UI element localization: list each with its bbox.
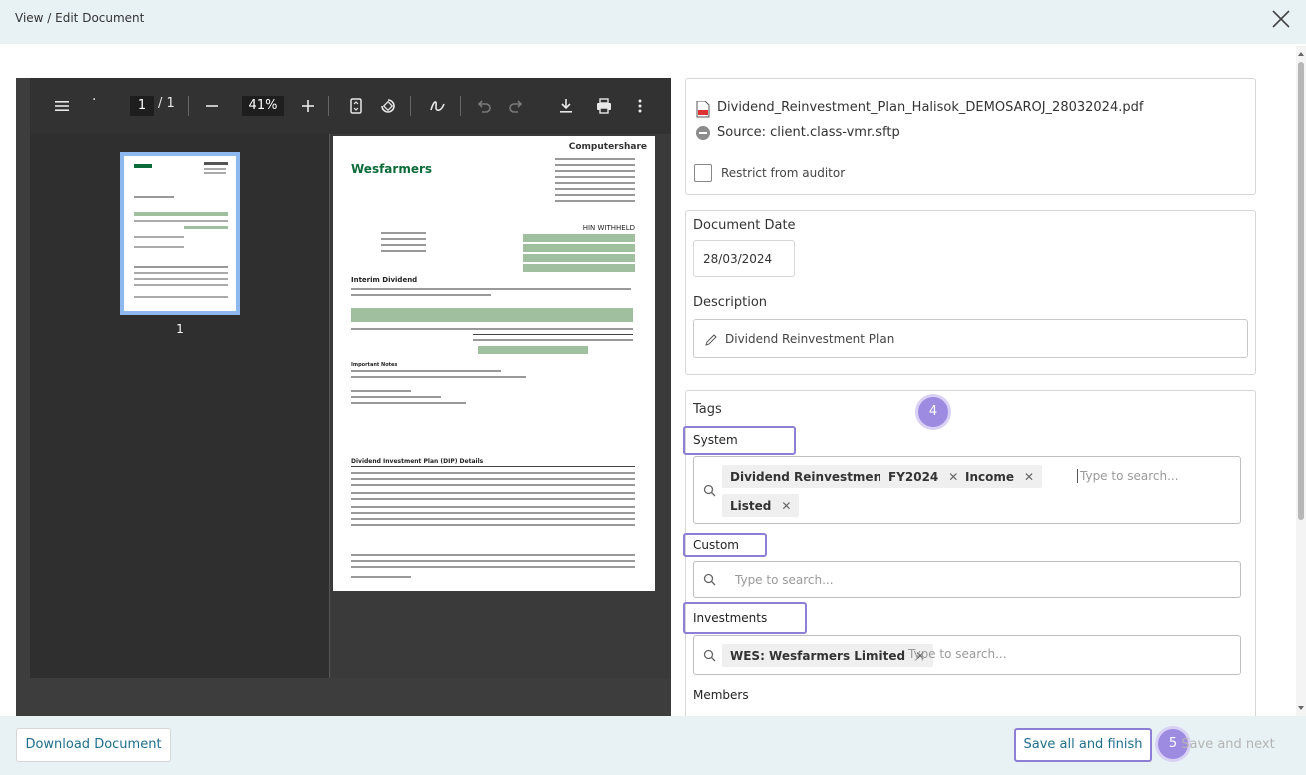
scroll-down-icon[interactable] <box>1297 704 1305 712</box>
description-label: Description <box>693 295 768 310</box>
pencil-icon <box>705 334 717 346</box>
document-hin: HIN WITHHELD <box>582 224 635 232</box>
remove-tag-icon[interactable]: ✕ <box>1024 470 1034 484</box>
system-tags-input[interactable]: Dividend Reinvestment✕ FY2024✕ Income✕ T… <box>693 456 1241 524</box>
thumbnail-pane: 1 <box>30 134 330 678</box>
document-provider: Computershare <box>568 142 647 152</box>
toolbar-divider <box>188 96 189 116</box>
pdf-file-icon <box>696 101 710 118</box>
redo-icon[interactable] <box>506 96 526 116</box>
investments-tags-input[interactable]: WES: Wesfarmers Limited ✕ Type to search.… <box>693 635 1241 675</box>
more-options-icon[interactable] <box>630 96 650 116</box>
page-total: / 1 <box>158 96 175 111</box>
custom-search-placeholder[interactable]: Type to search... <box>735 573 834 587</box>
tags-label: Tags <box>693 402 722 417</box>
thumbnail-page-number: 1 <box>176 322 184 336</box>
zoom-level-input[interactable]: 41% <box>242 96 284 116</box>
custom-tags-input[interactable]: Type to search... <box>693 561 1241 598</box>
system-label: System <box>693 433 738 447</box>
document-date-input[interactable]: 28/03/2024 <box>693 240 795 277</box>
restrict-auditor-checkbox[interactable] <box>694 164 712 182</box>
step-badge-4: 4 <box>918 397 948 427</box>
document-brand: Wesfarmers <box>351 162 433 176</box>
scrollbar-thumb[interactable] <box>1298 62 1304 520</box>
modal-footer: Download Document Save all and finish 5 … <box>0 716 1306 775</box>
pdf-page-area: Wesfarmers Computershare HIN WITHHELD In… <box>331 134 671 678</box>
annotate-icon[interactable] <box>428 96 448 116</box>
system-search-placeholder[interactable]: Type to search... <box>1077 469 1179 483</box>
search-icon <box>703 573 716 586</box>
modal-title: View / Edit Document <box>15 11 145 25</box>
fit-page-icon[interactable] <box>346 96 366 116</box>
pdf-toolbar: · 1 / 1 41% <box>30 78 671 134</box>
remove-tag-icon[interactable]: ✕ <box>781 499 791 513</box>
dot-separator: · <box>92 92 97 108</box>
save-all-and-finish-button[interactable]: Save all and finish <box>1014 728 1152 762</box>
modal-header: View / Edit Document <box>0 0 1306 44</box>
download-icon[interactable] <box>556 96 576 116</box>
zoom-in-icon[interactable] <box>298 96 318 116</box>
document-heading: Interim Dividend <box>351 276 418 284</box>
toolbar-divider <box>328 96 329 116</box>
pdf-viewer: · 1 / 1 41% 1 Wesfarmers Computershare H… <box>16 78 671 718</box>
save-and-next-button[interactable]: Save and next <box>1168 728 1288 762</box>
page-thumbnail[interactable] <box>120 152 240 315</box>
source-icon <box>696 126 710 140</box>
tag-chip[interactable]: FY2024 ✕ <box>880 465 967 488</box>
custom-label: Custom <box>693 538 739 552</box>
toolbar-divider <box>410 96 411 116</box>
search-icon <box>703 649 716 662</box>
download-document-button[interactable]: Download Document <box>16 728 171 762</box>
file-name: Dividend_Reinvestment_Plan_Halisok_DEMOS… <box>717 100 1144 115</box>
page-number-input[interactable]: 1 <box>130 96 154 116</box>
pdf-page: Wesfarmers Computershare HIN WITHHELD In… <box>333 136 655 591</box>
scroll-up-icon[interactable] <box>1297 50 1305 58</box>
description-value: Dividend Reinvestment Plan <box>725 332 895 346</box>
menu-icon[interactable] <box>52 96 72 116</box>
members-label: Members <box>693 688 749 702</box>
investments-search-placeholder[interactable]: Type to search... <box>908 647 1007 661</box>
toolbar-divider <box>460 96 461 116</box>
document-date-label: Document Date <box>693 218 796 233</box>
investment-chip[interactable]: WES: Wesfarmers Limited ✕ <box>722 644 934 667</box>
undo-icon[interactable] <box>474 96 494 116</box>
tag-chip[interactable]: Listed ✕ <box>722 494 800 517</box>
file-info-card: Dividend_Reinvestment_Plan_Halisok_DEMOS… <box>685 78 1256 195</box>
print-icon[interactable] <box>594 96 614 116</box>
document-details-card: Document Date 28/03/2024 Description Div… <box>685 210 1256 375</box>
search-icon <box>703 484 716 497</box>
document-dip-heading: Dividend Investment Plan (DIP) Details <box>351 458 484 465</box>
thumbnail-preview <box>134 162 228 298</box>
zoom-out-icon[interactable] <box>202 96 222 116</box>
description-input[interactable]: Dividend Reinvestment Plan <box>693 319 1248 358</box>
document-notes-heading: Important Notes <box>351 362 398 368</box>
file-source: Source: client.class-vmr.sftp <box>717 125 900 140</box>
restrict-auditor-label: Restrict from auditor <box>721 166 846 180</box>
close-icon[interactable] <box>1270 8 1292 30</box>
tags-card: Tags 4 System Dividend Reinvestment✕ FY2… <box>683 390 1256 720</box>
rotate-icon[interactable] <box>378 96 398 116</box>
tag-chip[interactable]: Income ✕ <box>957 465 1043 488</box>
investments-label: Investments <box>693 611 768 625</box>
